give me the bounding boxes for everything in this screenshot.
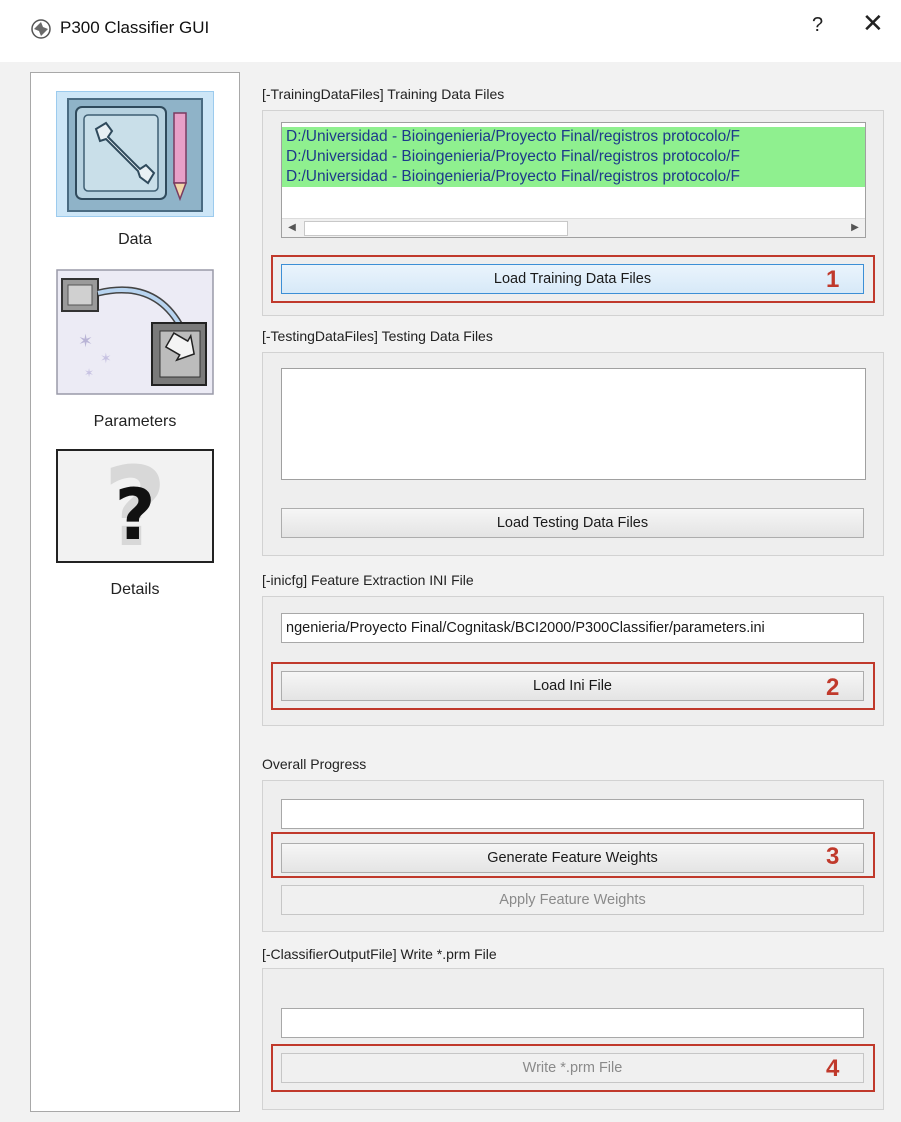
scroll-right-icon[interactable]: ▶	[847, 220, 863, 236]
window-title: P300 Classifier GUI	[60, 18, 210, 37]
close-button[interactable]: ✕	[862, 10, 884, 36]
scrollbar-thumb[interactable]	[304, 221, 568, 236]
training-group-title: [-TrainingDataFiles] Training Data Files	[262, 86, 505, 102]
title-bar: P300 Classifier GUI ? ✕	[0, 0, 901, 62]
load-testing-files-button[interactable]: Load Testing Data Files	[281, 508, 864, 538]
list-item[interactable]: D:/Universidad - Bioingenieria/Proyecto …	[282, 147, 865, 167]
svg-text:?: ?	[115, 474, 156, 556]
horizontal-scrollbar[interactable]: ◀ ▶	[282, 218, 865, 237]
nav-item-details[interactable]: ? ? Details	[31, 443, 239, 609]
output-group-title: [-ClassifierOutputFile] Write *.prm File	[262, 946, 497, 962]
help-button[interactable]: ?	[812, 14, 823, 37]
ini-path-field[interactable]: ngenieria/Proyecto Final/Cognitask/BCI20…	[281, 613, 864, 643]
progress-group-title: Overall Progress	[262, 756, 367, 772]
training-file-items: D:/Universidad - Bioingenieria/Proyecto …	[282, 127, 865, 187]
testing-file-list[interactable]	[281, 368, 866, 480]
nav-item-data[interactable]: Data	[31, 91, 239, 261]
annotation-box-1	[271, 255, 875, 303]
annotation-number-4: 4	[826, 1055, 840, 1082]
annotation-number-2: 2	[826, 674, 840, 701]
annotation-box-4	[271, 1044, 875, 1092]
scroll-left-icon[interactable]: ◀	[284, 220, 300, 236]
testing-group-title: [-TestingDataFiles] Testing Data Files	[262, 328, 493, 344]
nav-item-label: Parameters	[93, 413, 177, 430]
nav-item-label: Data	[118, 231, 152, 248]
overall-progress-bar	[281, 799, 864, 829]
training-file-list[interactable]: D:/Universidad - Bioingenieria/Proyecto …	[281, 122, 866, 238]
nav-item-label: Details	[110, 581, 160, 598]
wrench-pencil-icon	[56, 91, 214, 217]
annotation-box-2	[271, 662, 875, 710]
prm-output-field[interactable]	[281, 1008, 864, 1038]
app-logo-icon	[30, 18, 52, 40]
apply-feature-weights-button[interactable]: Apply Feature Weights	[281, 885, 864, 915]
svg-text:✶: ✶	[84, 366, 94, 380]
svg-text:✶: ✶	[100, 351, 112, 367]
svg-text:✶: ✶	[78, 331, 93, 352]
list-item[interactable]: D:/Universidad - Bioingenieria/Proyecto …	[282, 167, 865, 187]
nav-panel: Data ✶ ✶ ✶ Parameters ? ? Details	[30, 72, 240, 1112]
annotation-box-3	[271, 832, 875, 878]
question-mark-icon: ? ?	[56, 443, 214, 575]
list-item[interactable]: D:/Universidad - Bioingenieria/Proyecto …	[282, 127, 865, 147]
nav-item-parameters[interactable]: ✶ ✶ ✶ Parameters	[31, 269, 239, 439]
annotation-number-1: 1	[826, 266, 840, 293]
arrow-transfer-icon: ✶ ✶ ✶	[56, 269, 214, 395]
ini-group-title: [-inicfg] Feature Extraction INI File	[262, 572, 474, 588]
annotation-number-3: 3	[826, 843, 840, 870]
